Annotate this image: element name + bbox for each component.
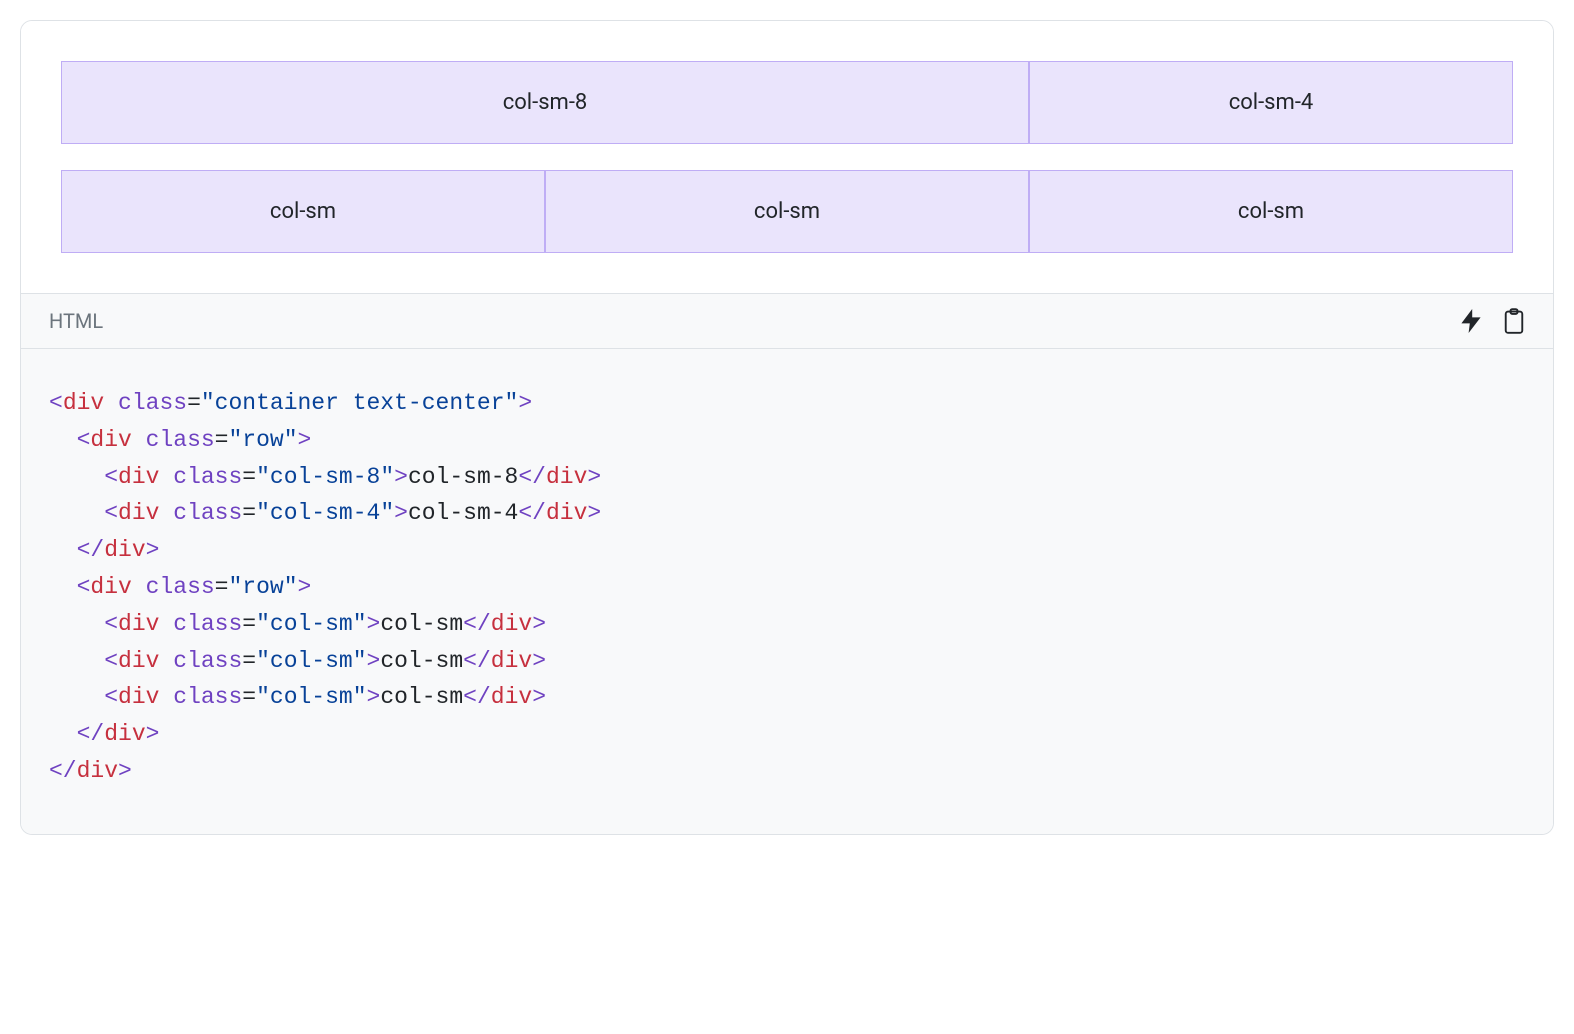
code-content: <div class="container text-center"> <div… — [49, 385, 1525, 790]
grid-row: col-sm col-sm col-sm — [61, 170, 1513, 253]
grid-row: col-sm-8 col-sm-4 — [61, 61, 1513, 144]
copy-button[interactable] — [1503, 308, 1525, 334]
clipboard-icon — [1503, 308, 1525, 334]
example-preview: col-sm-8 col-sm-4 col-sm col-sm col-sm — [21, 21, 1553, 293]
grid-column: col-sm-8 — [61, 61, 1029, 144]
code-header-actions — [1461, 308, 1525, 334]
code-block: <div class="container text-center"> <div… — [21, 349, 1553, 834]
grid-column: col-sm — [1029, 170, 1513, 253]
code-language-label: HTML — [49, 309, 103, 333]
grid-column: col-sm — [545, 170, 1029, 253]
code-header: HTML — [21, 293, 1553, 349]
example-card: col-sm-8 col-sm-4 col-sm col-sm col-sm H… — [20, 20, 1554, 835]
grid-column: col-sm-4 — [1029, 61, 1513, 144]
stackblitz-button[interactable] — [1461, 309, 1481, 333]
lightning-icon — [1461, 309, 1481, 333]
grid-column: col-sm — [61, 170, 545, 253]
